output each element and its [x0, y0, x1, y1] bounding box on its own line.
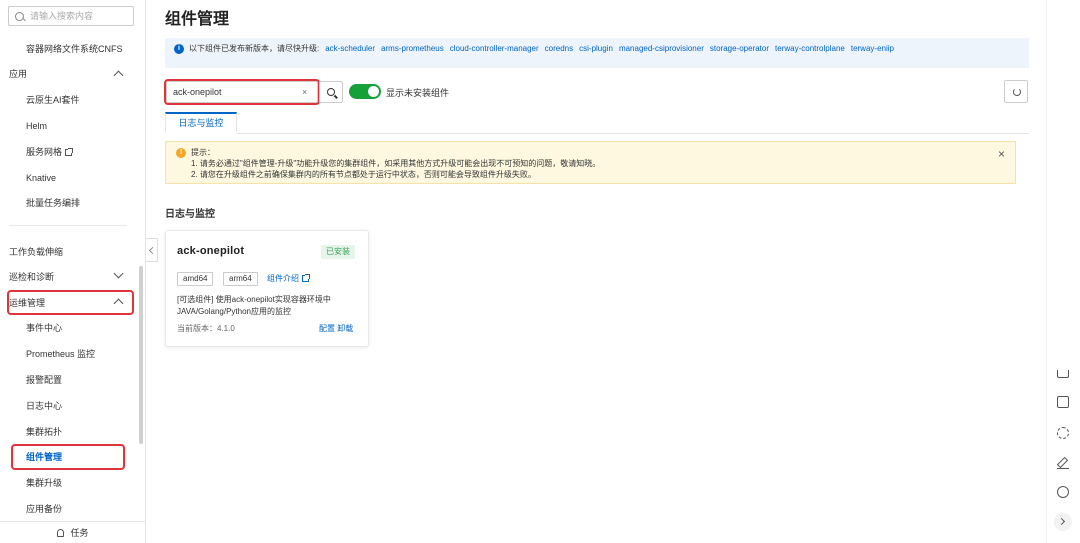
notice-link[interactable]: managed-csiprovisioner [619, 44, 704, 53]
show-uninstalled-label: 显示未安装组件 [386, 88, 450, 98]
warning-alert: ! 提示： 1. 请务必通过"组件管理-升级"功能升级您的集群组件，如采用其他方… [165, 141, 1016, 184]
search-icon [15, 11, 24, 21]
sidebar-item-helm[interactable]: Helm [26, 120, 47, 132]
info-icon: i [174, 44, 184, 54]
document-icon[interactable] [1057, 396, 1069, 408]
gear-icon[interactable] [1057, 427, 1069, 439]
component-name: ack-onepilot [177, 245, 245, 257]
card-actions: 配置 卸载 [319, 323, 353, 334]
sidebar-item-log-center[interactable]: 日志中心 [26, 400, 62, 412]
refresh-button[interactable] [1004, 80, 1028, 103]
notice-link[interactable]: arms-prometheus [381, 44, 444, 53]
show-uninstalled-toggle[interactable] [349, 84, 381, 99]
tab-logging-monitoring[interactable]: 日志与监控 [165, 112, 237, 134]
config-link[interactable]: 配置 [319, 324, 335, 333]
bell-icon [57, 528, 65, 537]
notice-prefix: 以下组件已发布新版本，请尽快升级: [189, 44, 320, 53]
notice-link[interactable]: ack-scheduler [325, 44, 375, 53]
sidebar: 容器网络文件系统CNFS 应用 云原生AI套件 Helm 服务网格 Knativ… [0, 0, 146, 543]
tab-bar [165, 133, 1029, 134]
refresh-icon [1013, 88, 1021, 96]
sidebar-item-knative[interactable]: Knative [26, 172, 56, 184]
highlight-box-search [164, 79, 320, 105]
edit-icon[interactable] [1057, 457, 1069, 469]
sidebar-divider [9, 225, 127, 226]
support-icon[interactable] [1057, 486, 1069, 498]
sidebar-group-inspection[interactable]: 巡检和诊断 [9, 271, 54, 283]
warning-line-2: 2. 请您在升级组件之前确保集群内的所有节点都处于运行中状态，否则可能会导致组件… [191, 170, 536, 179]
tasks-label: 任务 [70, 528, 89, 538]
status-badge: 已安装 [321, 245, 355, 259]
warning-title: 提示： [191, 148, 215, 157]
sidebar-collapse-button[interactable] [146, 238, 158, 262]
sidebar-item-cluster-upgrade[interactable]: 集群升级 [26, 477, 62, 489]
component-intro-label: 组件介绍 [267, 274, 299, 283]
notice-link[interactable]: terway-controlplane [775, 44, 845, 53]
chevron-up-icon[interactable] [113, 70, 124, 81]
notice-link[interactable]: terway-eniip [851, 44, 894, 53]
external-link-icon [302, 274, 310, 282]
tasks-bar[interactable]: 任务 [0, 521, 146, 543]
sidebar-item-cluster-topology[interactable]: 集群拓扑 [26, 426, 62, 438]
external-link-icon [65, 148, 74, 156]
arch-tag: arm64 [223, 272, 258, 286]
chevron-down-icon[interactable] [113, 268, 124, 279]
search-icon [327, 88, 335, 96]
notice-link[interactable]: csi-plugin [579, 44, 613, 53]
notice-link[interactable]: cloud-controller-manager [450, 44, 539, 53]
sidebar-group-apps[interactable]: 应用 [9, 68, 27, 80]
sidebar-item-batch-tasks[interactable]: 批量任务编排 [26, 197, 80, 209]
sidebar-search[interactable] [8, 6, 134, 26]
sidebar-item-prometheus[interactable]: Prometheus 监控 [26, 348, 95, 360]
warning-line-1: 1. 请务必通过"组件管理-升级"功能升级您的集群组件，如采用其他方式升级可能会… [191, 159, 601, 168]
sidebar-item-service-mesh-label: 服务网格 [26, 147, 63, 157]
highlight-box-component-mgmt [11, 444, 125, 470]
sidebar-item-workload-scaling[interactable]: 工作负载伸缩 [9, 246, 63, 258]
component-intro-link[interactable]: 组件介绍 [267, 273, 310, 284]
upgrade-notice: i 以下组件已发布新版本，请尽快升级: ack-scheduler arms-pro… [165, 38, 1029, 68]
notice-link[interactable]: storage-operator [710, 44, 769, 53]
sidebar-scrollbar[interactable] [139, 266, 143, 444]
notice-link[interactable]: coredns [545, 44, 573, 53]
arch-tag: amd64 [177, 272, 214, 286]
uninstall-link[interactable]: 卸载 [337, 324, 353, 333]
cart-icon[interactable] [1057, 370, 1069, 378]
section-title: 日志与监控 [165, 209, 215, 220]
sidebar-search-input[interactable] [30, 11, 120, 21]
optional-tag: [可选组件] [177, 295, 214, 304]
highlight-box-ops [7, 290, 134, 315]
sidebar-item-service-mesh[interactable]: 服务网格 [26, 146, 74, 158]
close-icon[interactable]: × [998, 148, 1005, 160]
sidebar-item-alert-config[interactable]: 报警配置 [26, 374, 62, 386]
component-description: [可选组件] 使用ack-onepilot实现容器环境中JAVA/Golang/… [177, 294, 363, 318]
sidebar-item-cnfs[interactable]: 容器网络文件系统CNFS [26, 43, 123, 55]
sidebar-item-app-backup[interactable]: 应用备份 [26, 503, 62, 515]
warning-icon: ! [176, 148, 186, 158]
search-button[interactable] [319, 81, 343, 103]
page-title: 组件管理 [165, 11, 230, 28]
component-card: ack-onepilot 已安装 amd64 arm64 组件介绍 [可选组件]… [165, 230, 369, 347]
chevron-right-icon[interactable] [1054, 513, 1072, 531]
sidebar-item-event-center[interactable]: 事件中心 [26, 322, 62, 334]
current-version: 当前版本：4.1.0 [177, 324, 235, 333]
sidebar-item-ai-suite[interactable]: 云原生AI套件 [26, 94, 80, 106]
